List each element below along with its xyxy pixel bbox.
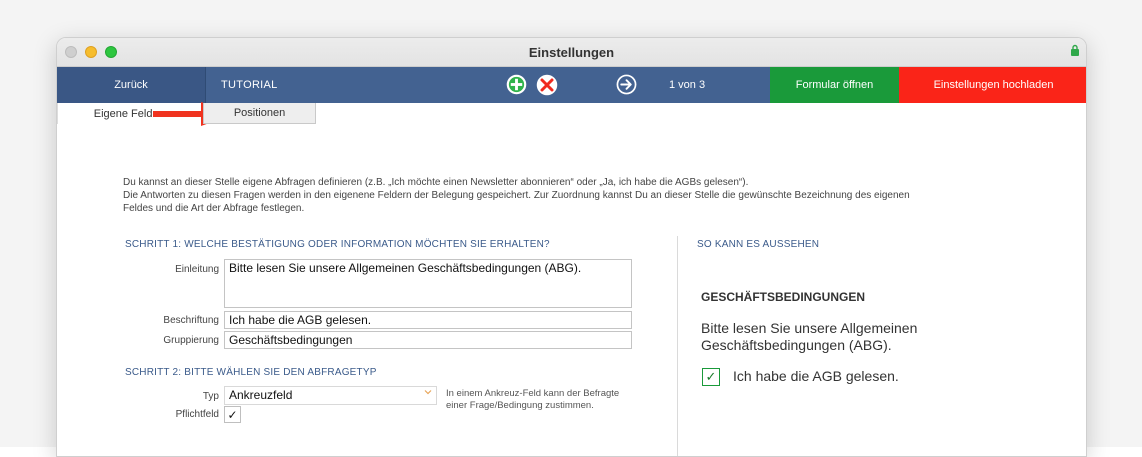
preview-checkbox-label: Ich habe die AGB gelesen.: [733, 368, 899, 384]
open-form-button[interactable]: Formular öffnen: [770, 67, 899, 103]
intro-line-2: Die Antworten zu diesen Fragen werden in…: [123, 190, 910, 201]
pflichtfeld-checkbox[interactable]: ✓: [224, 406, 241, 423]
preview-intro-text: Bitte lesen Sie unsere Allgemeinen Gesch…: [701, 320, 918, 353]
tutorial-label: TUTORIAL: [221, 79, 278, 91]
typ-label: Typ: [202, 391, 219, 402]
tab-positionen[interactable]: Positionen: [203, 103, 316, 124]
window-title: Einstellungen: [528, 45, 615, 60]
lock-icon: [1071, 44, 1079, 56]
column-divider: [677, 236, 678, 456]
intro-text: Du kannst an dieser Stelle eigene Abfrag…: [123, 176, 1043, 215]
back-button[interactable]: Zurück: [57, 67, 206, 103]
check-icon: ✓: [227, 407, 238, 422]
title-bar: Einstellungen: [57, 38, 1086, 67]
typ-select-value: Ankreuzfeld: [229, 388, 293, 402]
check-icon: ✓: [705, 369, 717, 384]
upload-settings-label: Einstellungen hochladen: [933, 79, 1054, 91]
plus-circle-icon[interactable]: [506, 74, 527, 95]
page-indicator: 1 von 3: [669, 79, 706, 91]
upload-settings-button[interactable]: Einstellungen hochladen: [899, 67, 1086, 103]
einleitung-label: Einleitung: [175, 264, 219, 275]
x-circle-icon[interactable]: [536, 74, 558, 96]
typ-select[interactable]: Ankreuzfeld: [224, 386, 437, 405]
settings-window: Einstellungen Zurück TUTORIAL 1 von 3 Fo…: [56, 37, 1087, 457]
preview-title: GESCHÄFTSBEDINGUNGEN: [701, 290, 866, 304]
typ-help-text: In einem Ankreuz-Feld kann der Befragte …: [446, 388, 620, 411]
preview-heading: SO KANN ES AUSSEHEN: [697, 239, 820, 250]
gruppierung-field[interactable]: Geschäftsbedingungen: [224, 331, 632, 349]
preview-checkbox[interactable]: ✓: [702, 368, 720, 386]
open-form-label: Formular öffnen: [795, 79, 874, 91]
arrow-right-circle-icon[interactable]: [616, 74, 637, 95]
beschriftung-label: Beschriftung: [163, 315, 219, 326]
pflichtfeld-label: Pflichtfeld: [175, 409, 219, 420]
step1-heading: SCHRITT 1: WELCHE BESTÄTIGUNG ODER INFOR…: [125, 239, 550, 250]
chevron-down-icon: [424, 390, 432, 395]
beschriftung-field[interactable]: Ich habe die AGB gelesen.: [224, 311, 632, 329]
intro-line-1: Du kannst an dieser Stelle eigene Abfrag…: [123, 177, 749, 188]
step2-heading: SCHRITT 2: BITTE WÄHLEN SIE DEN ABFRAGET…: [125, 367, 377, 378]
einleitung-field[interactable]: Bitte lesen Sie unsere Allgemeinen Gesch…: [224, 259, 632, 308]
tab-positionen-label: Positionen: [233, 107, 286, 119]
intro-line-3: Feldes und die Art der Abfrage festlegen…: [123, 203, 305, 214]
gruppierung-label: Gruppierung: [163, 335, 219, 346]
toolbar: Zurück TUTORIAL 1 von 3 Formular öffnen …: [57, 67, 1086, 103]
back-button-label: Zurück: [114, 79, 148, 91]
